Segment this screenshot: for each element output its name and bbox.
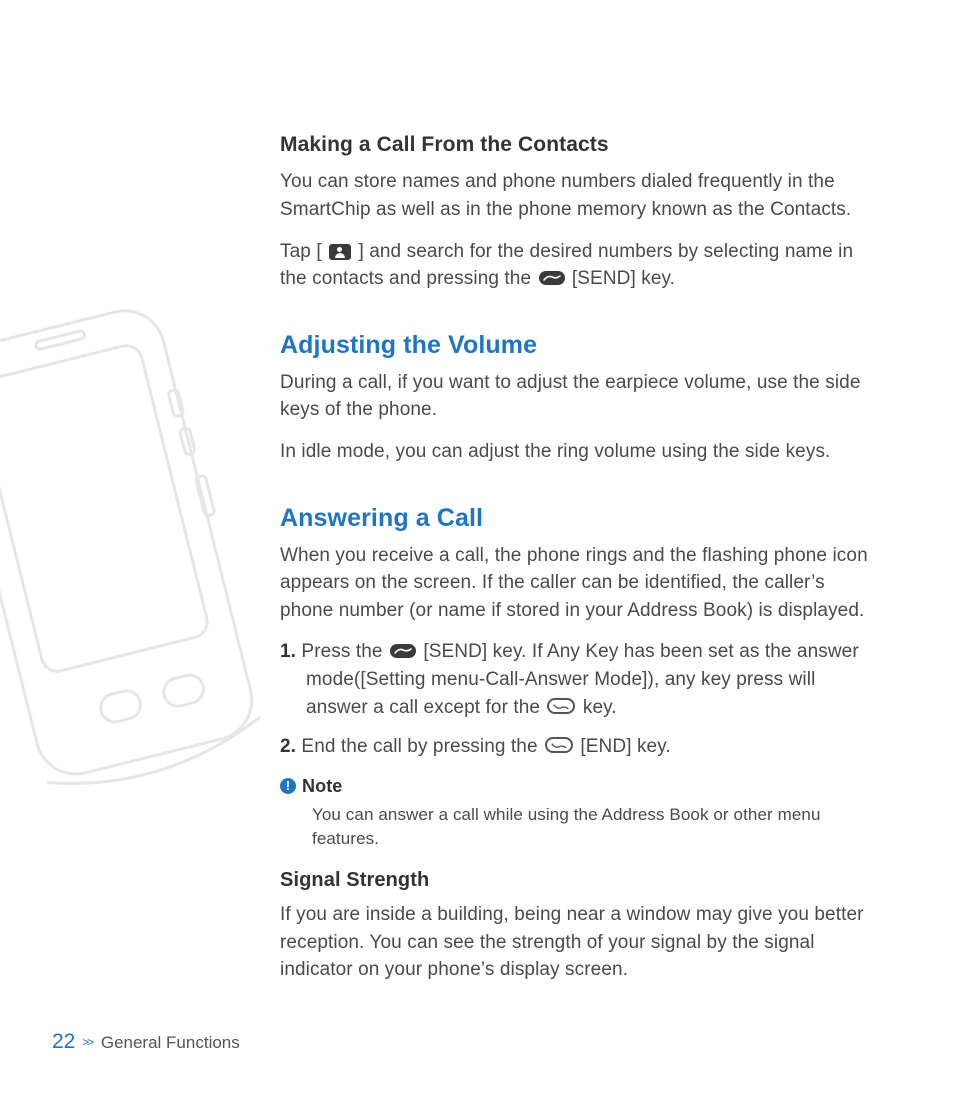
paragraph: When you receive a call, the phone rings…	[280, 542, 870, 625]
heading-adjusting-volume: Adjusting the Volume	[280, 327, 870, 363]
page-footer: 22 >> General Functions	[52, 1030, 240, 1054]
send-key-icon	[539, 271, 565, 285]
note-heading: ! Note	[280, 773, 870, 799]
end-key-icon	[545, 737, 573, 753]
list-item: 2. End the call by pressing the [END] ke…	[280, 733, 870, 761]
chevron-icon: >>	[82, 1035, 92, 1049]
section-name: General Functions	[101, 1033, 240, 1052]
paragraph: Tap [ ] and search for the desired numbe…	[280, 238, 870, 293]
paragraph: During a call, if you want to adjust the…	[280, 369, 870, 424]
paragraph: If you are inside a building, being near…	[280, 901, 870, 984]
page-number: 22	[52, 1030, 75, 1053]
step-list: 1. Press the [SEND] key. If Any Key has …	[280, 638, 870, 760]
paragraph: In idle mode, you can adjust the ring vo…	[280, 438, 870, 466]
heading-answering-call: Answering a Call	[280, 500, 870, 536]
list-item: 1. Press the [SEND] key. If Any Key has …	[280, 638, 870, 721]
note-body: You can answer a call while using the Ad…	[312, 803, 870, 852]
page-content: Making a Call From the Contacts You can …	[280, 130, 870, 998]
end-key-icon	[547, 698, 575, 714]
phone-outline-illustration	[0, 300, 260, 860]
paragraph: You can store names and phone numbers di…	[280, 168, 870, 223]
contacts-icon	[329, 244, 351, 260]
heading-signal-strength: Signal Strength	[280, 866, 870, 895]
heading-making-call-contacts: Making a Call From the Contacts	[280, 130, 870, 160]
send-key-icon	[390, 644, 416, 658]
alert-icon: !	[280, 778, 296, 794]
